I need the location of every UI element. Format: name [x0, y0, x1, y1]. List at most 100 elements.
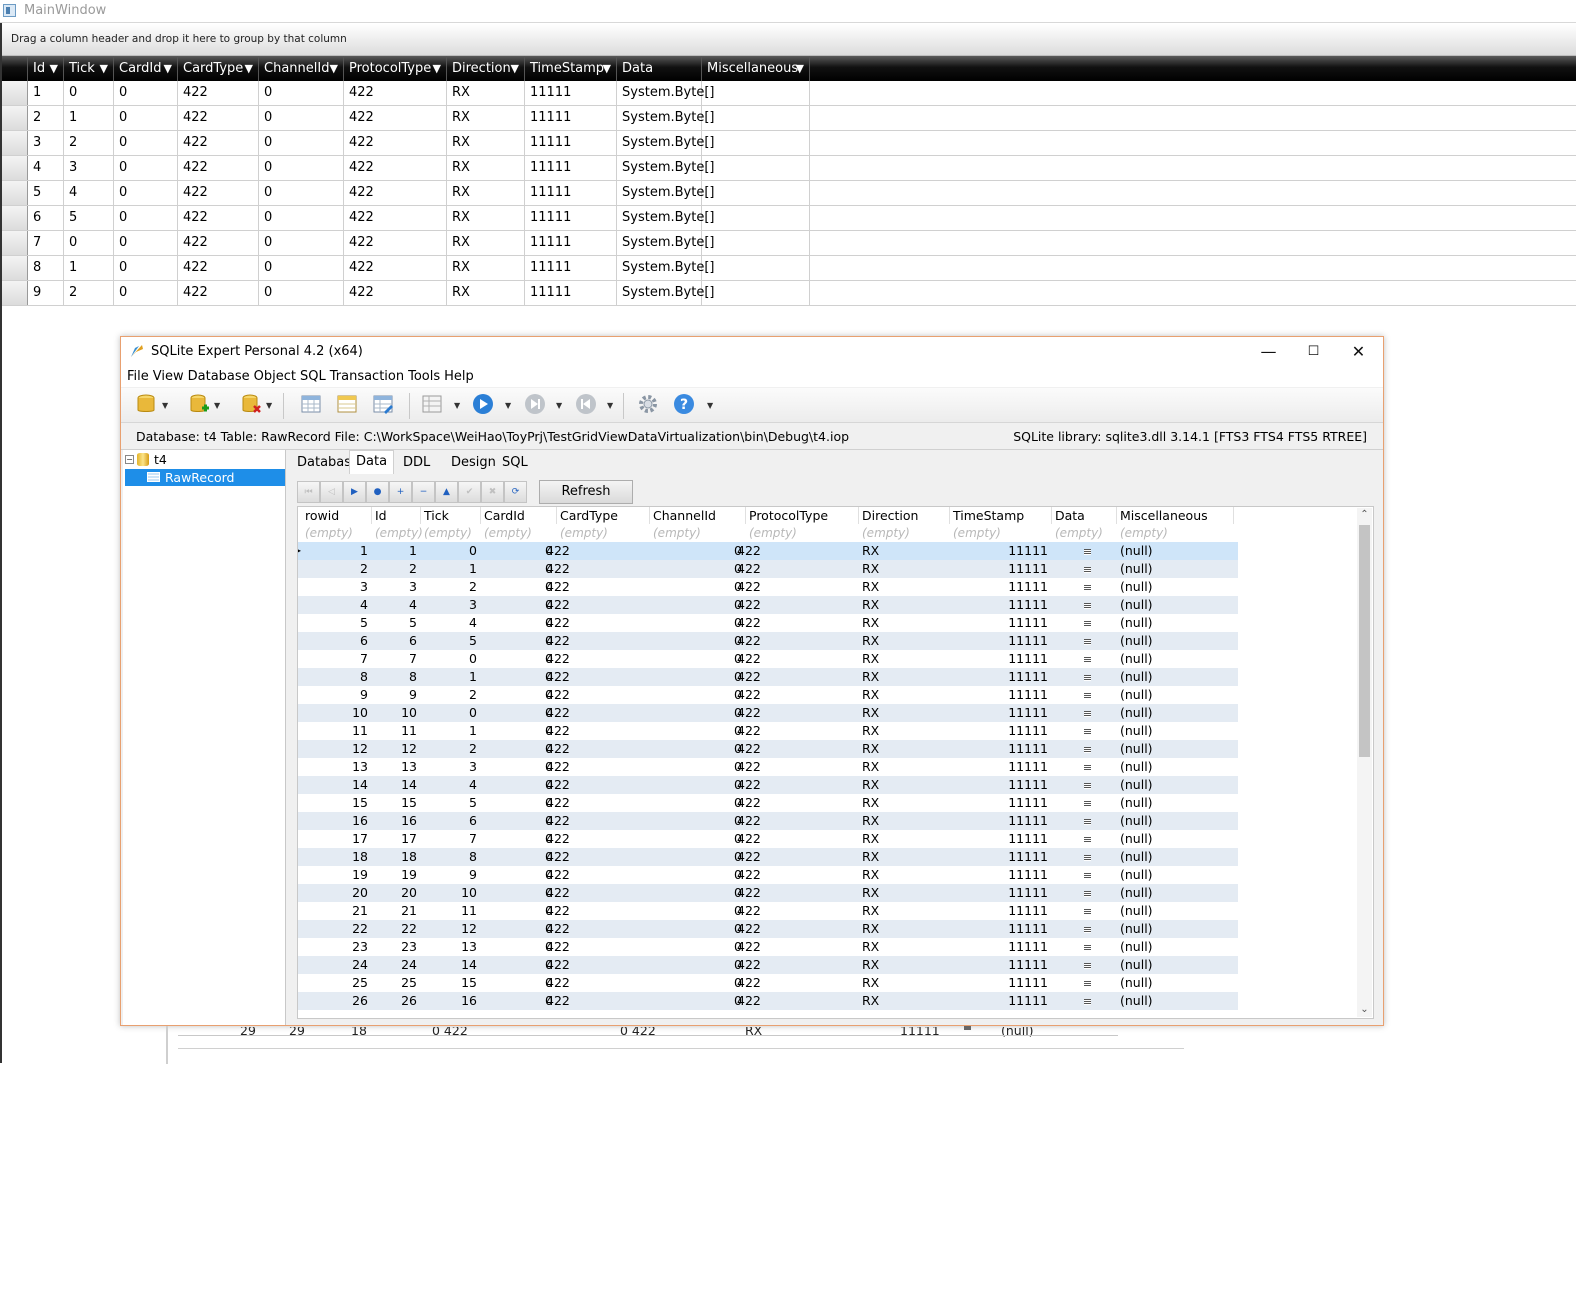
menu-item-database[interactable]: Database	[188, 366, 250, 387]
tree-expand-toggle[interactable]: −	[125, 455, 134, 464]
grid-cell[interactable]: 0	[650, 686, 746, 704]
grid-cell[interactable]: 13	[372, 758, 421, 776]
grid-cell[interactable]: 0	[650, 938, 746, 956]
grid-cell[interactable]: 7	[421, 830, 481, 848]
grid-filter-cell[interactable]: (empty)	[481, 524, 557, 542]
grid-cell[interactable]: 11111	[950, 596, 1052, 614]
grid-cell[interactable]: 16	[372, 812, 421, 830]
scroll-thumb[interactable]	[1359, 525, 1370, 757]
grid-row[interactable]: 23 23 13 0 422 0 422 RX 11111 (null)	[298, 938, 1238, 956]
grid-cell[interactable]: 4	[372, 596, 421, 614]
grid-cell[interactable]: 6	[421, 812, 481, 830]
help-icon[interactable]: ?	[673, 393, 695, 415]
grid-cell[interactable]: 11111	[950, 992, 1052, 1010]
grid-cell[interactable]: 422	[543, 902, 636, 920]
grid-cell[interactable]: RX	[859, 794, 950, 812]
grid-row[interactable]: 3 3 2 0 422 0 422 RX 11111 (null)	[298, 578, 1238, 596]
grid-cell[interactable]: 0	[650, 848, 746, 866]
filter-icon[interactable]: ▼	[433, 56, 441, 81]
grid-cell[interactable]	[1052, 974, 1117, 992]
table-icon[interactable]	[300, 393, 322, 415]
table-row[interactable]: 7 0 0 422 0 422 RX 11111 System.Byte[]	[2, 231, 1576, 256]
grid-cell[interactable]: 6	[302, 632, 372, 650]
grid-cell[interactable]: 11111	[950, 776, 1052, 794]
grid-cell[interactable]: 0	[650, 722, 746, 740]
grid-row[interactable]: 25 25 15 0 422 0 422 RX 11111 (null)	[298, 974, 1238, 992]
grid-filter-cell[interactable]: (empty)	[421, 524, 481, 542]
grid-cell[interactable]: 422	[543, 776, 636, 794]
grid-cell[interactable]: RX	[859, 560, 950, 578]
grid-cell[interactable]: 14	[372, 776, 421, 794]
grid-cell[interactable]: 0	[650, 758, 746, 776]
grid-cell[interactable]: 0	[650, 632, 746, 650]
grid-cell[interactable]: (null)	[1117, 542, 1234, 560]
grid-cell[interactable]: (null)	[1117, 830, 1234, 848]
grid-cell[interactable]: RX	[859, 848, 950, 866]
grid-cell[interactable]	[1052, 920, 1117, 938]
column-header[interactable]: Miscellaneous ▼	[702, 56, 810, 81]
grid-row[interactable]: 9 9 2 0 422 0 422 RX 11111 (null)	[298, 686, 1238, 704]
grid-cell[interactable]: 3	[302, 578, 372, 596]
grid-cell[interactable]: RX	[859, 974, 950, 992]
grid-cell[interactable]: 0	[650, 866, 746, 884]
grid-column-header[interactable]: Miscellaneous	[1117, 507, 1234, 524]
grid-cell[interactable]	[1052, 812, 1117, 830]
grid-cell[interactable]: (null)	[1117, 686, 1234, 704]
grid-cell[interactable]: 422	[543, 938, 636, 956]
grid-cell[interactable]: 11	[302, 722, 372, 740]
grid-cell[interactable]: 422	[734, 632, 847, 650]
grid-cell[interactable]: (null)	[1117, 938, 1234, 956]
grid-cell[interactable]: 422	[734, 650, 847, 668]
column-header[interactable]: CardId ▼	[114, 56, 178, 81]
tab-ddl[interactable]: DDL	[397, 454, 436, 474]
grid-cell[interactable]: (null)	[1117, 776, 1234, 794]
grid-cell[interactable]: 9	[302, 686, 372, 704]
grid-cell[interactable]: 7	[372, 650, 421, 668]
column-header[interactable]: ChannelId ▼	[259, 56, 344, 81]
chevron-down-icon[interactable]: ▼	[707, 401, 713, 410]
grid-cell[interactable]: 23	[302, 938, 372, 956]
execute-play-icon[interactable]	[472, 393, 494, 415]
grid-cell[interactable]	[1052, 578, 1117, 596]
grid-cell[interactable]	[1052, 668, 1117, 686]
grid-filter-cell[interactable]: (empty)	[1117, 524, 1234, 542]
grid-cell[interactable]: 17	[372, 830, 421, 848]
grid-cell[interactable]: 422	[543, 614, 636, 632]
grid-row[interactable]: 16 16 6 0 422 0 422 RX 11111 (null)	[298, 812, 1238, 830]
column-header[interactable]: CardType ▼	[178, 56, 259, 81]
grid-cell[interactable]: RX	[859, 740, 950, 758]
grid-cell[interactable]: 2	[421, 578, 481, 596]
grid-cell[interactable]: (null)	[1117, 704, 1234, 722]
grid-cell[interactable]: (null)	[1117, 974, 1234, 992]
grid-cell[interactable]: 1	[302, 542, 372, 560]
grid-cell[interactable]: 11111	[950, 884, 1052, 902]
grid-cell[interactable]: 22	[302, 920, 372, 938]
grid-cell[interactable]: 21	[372, 902, 421, 920]
grid-cell[interactable]	[1052, 740, 1117, 758]
grid-cell[interactable]: 2	[302, 560, 372, 578]
grid-cell[interactable]: 4	[421, 614, 481, 632]
table-row[interactable]: 4 3 0 422 0 422 RX 11111 System.Byte[]	[2, 156, 1576, 181]
grid-cell[interactable]: (null)	[1117, 992, 1234, 1010]
grid-cell[interactable]: RX	[859, 992, 950, 1010]
grid-cell[interactable]: 26	[372, 992, 421, 1010]
grid-cell[interactable]	[1052, 758, 1117, 776]
grid-cell[interactable]: RX	[859, 776, 950, 794]
menu-item-tools[interactable]: Tools	[408, 366, 440, 387]
grid-cell[interactable]: 422	[734, 614, 847, 632]
grid-cell[interactable]: 11	[421, 902, 481, 920]
tree-table-node[interactable]: RawRecord	[125, 469, 285, 486]
grid-cell[interactable]: RX	[859, 830, 950, 848]
grid-cell[interactable]: 2	[372, 560, 421, 578]
grid-row[interactable]: 10 10 0 0 422 0 422 RX 11111 (null)	[298, 704, 1238, 722]
grid-cell[interactable]: 11111	[950, 794, 1052, 812]
grid-cell[interactable]: RX	[859, 956, 950, 974]
grid-cell[interactable]: 12	[372, 740, 421, 758]
grid-cell[interactable]: 422	[734, 542, 847, 560]
grid-cell[interactable]: 12	[421, 920, 481, 938]
refresh-button[interactable]: Refresh	[539, 480, 633, 504]
grid-cell[interactable]	[1052, 866, 1117, 884]
column-header[interactable]: Id ▼	[28, 56, 64, 81]
grid-cell[interactable]: 15	[372, 794, 421, 812]
grid-cell[interactable]: 422	[543, 704, 636, 722]
